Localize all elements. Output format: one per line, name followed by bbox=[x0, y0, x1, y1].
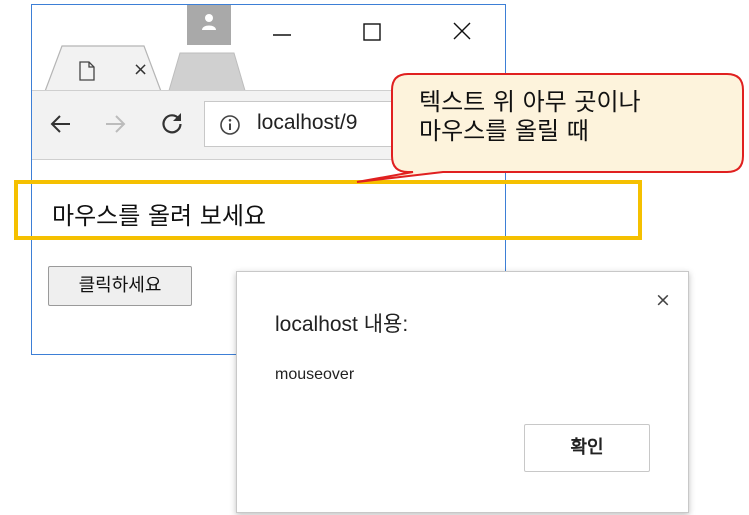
minimize-button[interactable] bbox=[262, 15, 302, 45]
callout-line-2: 마우스를 올릴 때 bbox=[419, 117, 589, 145]
forward-arrow-icon[interactable] bbox=[104, 113, 126, 135]
new-tab-button[interactable] bbox=[164, 49, 248, 95]
alert-dialog: × localhost 내용: mouseover 확인 bbox=[236, 271, 689, 513]
callout-text: 텍스트 위 아무 곳이나 마우스를 올릴 때 bbox=[419, 88, 641, 146]
info-icon[interactable] bbox=[219, 114, 241, 136]
reload-icon[interactable] bbox=[160, 111, 184, 135]
close-window-button[interactable] bbox=[442, 15, 482, 45]
callout-line-1: 텍스트 위 아무 곳이나 bbox=[419, 88, 641, 116]
page-icon bbox=[79, 61, 95, 81]
profile-icon[interactable] bbox=[187, 5, 231, 45]
highlight-box bbox=[14, 180, 642, 240]
dialog-close-icon[interactable]: × bbox=[655, 290, 671, 310]
callout-bubble: 텍스트 위 아무 곳이나 마우스를 올릴 때 bbox=[355, 72, 745, 184]
dialog-message: mouseover bbox=[275, 366, 355, 383]
url-text: localhost/9 bbox=[257, 111, 358, 134]
maximize-button[interactable] bbox=[352, 15, 392, 45]
tab-close-icon[interactable]: × bbox=[133, 60, 148, 80]
click-button[interactable]: 클릭하세요 bbox=[48, 266, 192, 306]
back-arrow-icon[interactable] bbox=[50, 113, 72, 135]
dialog-title: localhost 내용: bbox=[275, 313, 409, 336]
tab-active[interactable]: × bbox=[44, 45, 162, 95]
ok-button[interactable]: 확인 bbox=[524, 424, 650, 472]
